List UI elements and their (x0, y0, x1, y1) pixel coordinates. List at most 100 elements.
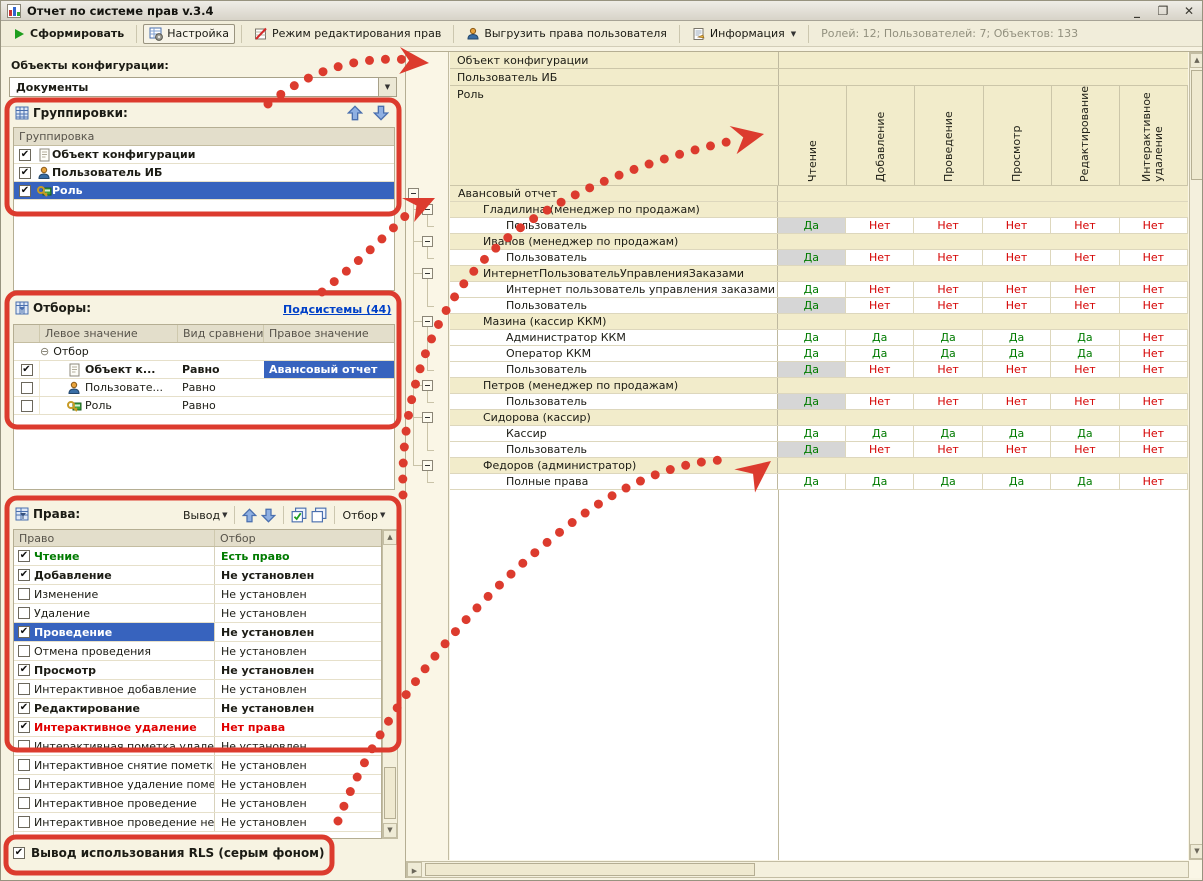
right-checkbox[interactable] (18, 588, 30, 600)
grid-value-cell[interactable]: Нет (914, 442, 982, 457)
grid-value-cell[interactable]: Нет (1120, 298, 1188, 313)
grid-value-cell[interactable]: Нет (1051, 282, 1119, 297)
grid-group-row[interactable]: Федоров (администратор) (450, 458, 1188, 474)
grid-value-cell[interactable]: Нет (983, 298, 1051, 313)
edit-mode-button[interactable]: Режим редактирования прав (248, 24, 447, 44)
right-name-cell[interactable]: ✔Интерактивное удаление (14, 718, 215, 736)
right-checkbox[interactable] (18, 778, 30, 790)
grid-value-cell[interactable]: Да (778, 442, 846, 457)
right-row[interactable]: Интерактивное удаление помече...Не устан… (14, 775, 381, 794)
grid-column-header[interactable]: Проведение (915, 86, 983, 186)
grid-value-cell[interactable]: Да (846, 426, 914, 441)
right-name-cell[interactable]: ✔Добавление (14, 566, 215, 584)
filter-right-value[interactable] (264, 397, 394, 414)
grid-group-row[interactable]: ИнтернетПользовательУправленияЗаказами (450, 266, 1188, 282)
grid-value-cell[interactable]: Нет (846, 362, 914, 377)
restore-icon[interactable]: ❐ (1156, 4, 1170, 18)
scrollbar-thumb[interactable] (425, 863, 755, 876)
collapse-minus-icon[interactable]: ⊖ (40, 345, 49, 358)
grid-value-cell[interactable]: Нет (1051, 298, 1119, 313)
right-name-cell[interactable]: Удаление (14, 604, 215, 622)
generate-button[interactable]: Сформировать (6, 24, 130, 44)
settings-button[interactable]: Настройка (143, 24, 235, 44)
scroll-right-icon[interactable]: ▶ (407, 862, 422, 877)
grid-value-cell[interactable]: Нет (1120, 250, 1188, 265)
right-checkbox[interactable]: ✔ (18, 664, 30, 676)
grouping-checkbox[interactable]: ✔ (19, 185, 31, 197)
grid-group-row[interactable]: Гладилина (менеджер по продажам) (450, 202, 1188, 218)
grouping-row[interactable]: ✔Роль (14, 182, 394, 200)
export-user-rights-button[interactable]: Выгрузить права пользователя (460, 24, 673, 44)
config-objects-combobox[interactable]: Документы ▼ (9, 77, 397, 97)
grid-value-cell[interactable]: Да (1051, 474, 1119, 489)
grid-value-cell[interactable]: Да (914, 330, 982, 345)
grid-vscrollbar[interactable]: ▲ ▼ (1189, 52, 1203, 860)
right-checkbox[interactable]: ✔ (18, 626, 30, 638)
uncheck-all-icon[interactable] (311, 507, 327, 523)
rls-checkbox[interactable]: ✔ (13, 847, 25, 859)
right-name-cell[interactable]: ✔Редактирование (14, 699, 215, 717)
grid-value-cell[interactable]: Нет (983, 362, 1051, 377)
scroll-up-icon[interactable]: ▲ (1190, 53, 1203, 68)
grid-value-cell[interactable]: Да (778, 362, 846, 377)
grid-value-cell[interactable]: Нет (1051, 362, 1119, 377)
grid-value-cell[interactable]: Да (983, 346, 1051, 361)
right-name-cell[interactable]: Интерактивное проведение (14, 794, 215, 812)
right-row[interactable]: Интерактивное добавлениеНе установлен (14, 680, 381, 699)
grid-value-cell[interactable]: Нет (1051, 442, 1119, 457)
right-name-cell[interactable]: ✔Просмотр (14, 661, 215, 679)
grid-value-cell[interactable]: Нет (914, 250, 982, 265)
rights-scrollbar[interactable]: ▲ ▼ (382, 529, 398, 839)
grid-value-cell[interactable]: Да (778, 426, 846, 441)
tree-expander-icon[interactable] (422, 460, 433, 471)
grid-value-cell[interactable]: Нет (1120, 474, 1188, 489)
grid-value-cell[interactable]: Нет (1120, 346, 1188, 361)
right-name-cell[interactable]: Изменение (14, 585, 215, 603)
filter-row[interactable]: РольРавно (14, 397, 394, 415)
grid-value-cell[interactable]: Нет (983, 250, 1051, 265)
scrollbar-thumb[interactable] (384, 767, 396, 819)
move-up-button[interactable] (347, 105, 363, 124)
grid-value-cell[interactable]: Нет (846, 298, 914, 313)
right-row[interactable]: ✔Интерактивное удалениеНет права (14, 718, 381, 737)
grid-value-cell[interactable]: Да (914, 426, 982, 441)
grouping-row[interactable]: ✔Пользователь ИБ (14, 164, 394, 182)
grid-value-cell[interactable]: Нет (846, 394, 914, 409)
grid-column-header[interactable]: Интерактивное удаление (1120, 86, 1188, 186)
grouping-checkbox[interactable]: ✔ (19, 149, 31, 161)
grid-group-row[interactable]: Иванов (менеджер по продажам) (450, 234, 1188, 250)
filter-right-value[interactable] (264, 379, 394, 396)
tree-expander-icon[interactable] (422, 268, 433, 279)
grid-value-cell[interactable]: Да (983, 474, 1051, 489)
grid-column-header[interactable]: Просмотр (984, 86, 1052, 186)
right-row[interactable]: ✔ЧтениеЕсть право (14, 547, 381, 566)
grid-leaf-row[interactable]: Оператор ККМДаДаДаДаДаНет (450, 346, 1188, 362)
grid-value-cell[interactable]: Нет (914, 282, 982, 297)
right-name-cell[interactable]: Интерактивное проведение неоп... (14, 813, 215, 831)
arrow-up-icon[interactable] (242, 508, 257, 523)
right-checkbox[interactable]: ✔ (18, 569, 30, 581)
right-row[interactable]: ✔ПроведениеНе установлен (14, 623, 381, 642)
right-row[interactable]: Интерактивное проведениеНе установлен (14, 794, 381, 813)
grid-value-cell[interactable]: Да (778, 250, 846, 265)
grid-leaf-row[interactable]: ПользовательДаНетНетНетНетНет (450, 298, 1188, 314)
info-dropdown-button[interactable]: Информация▼ (686, 24, 802, 44)
right-name-cell[interactable]: Интерактивное снятие пометки ... (14, 756, 215, 774)
grid-value-cell[interactable]: Да (914, 474, 982, 489)
filter-row[interactable]: ✔Объект к...РавноАвансовый отчет (14, 361, 394, 379)
grid-value-cell[interactable]: Да (778, 218, 846, 233)
tree-expander-icon[interactable] (422, 380, 433, 391)
tree-expander-icon[interactable] (422, 412, 433, 423)
right-name-cell[interactable]: Интерактивное добавление (14, 680, 215, 698)
grid-value-cell[interactable]: Да (1051, 330, 1119, 345)
subsystems-link[interactable]: Подсистемы (44) (283, 303, 391, 316)
right-checkbox[interactable]: ✔ (18, 550, 30, 562)
grid-value-cell[interactable]: Нет (846, 282, 914, 297)
grid-leaf-row[interactable]: ПользовательДаНетНетНетНетНет (450, 442, 1188, 458)
grid-value-cell[interactable]: Нет (1120, 218, 1188, 233)
grid-value-cell[interactable]: Да (846, 474, 914, 489)
right-row[interactable]: ИзменениеНе установлен (14, 585, 381, 604)
right-name-cell[interactable]: ✔Проведение (14, 623, 215, 641)
grouping-row[interactable]: ✔Объект конфигурации (14, 146, 394, 164)
grid-value-cell[interactable]: Нет (1051, 218, 1119, 233)
